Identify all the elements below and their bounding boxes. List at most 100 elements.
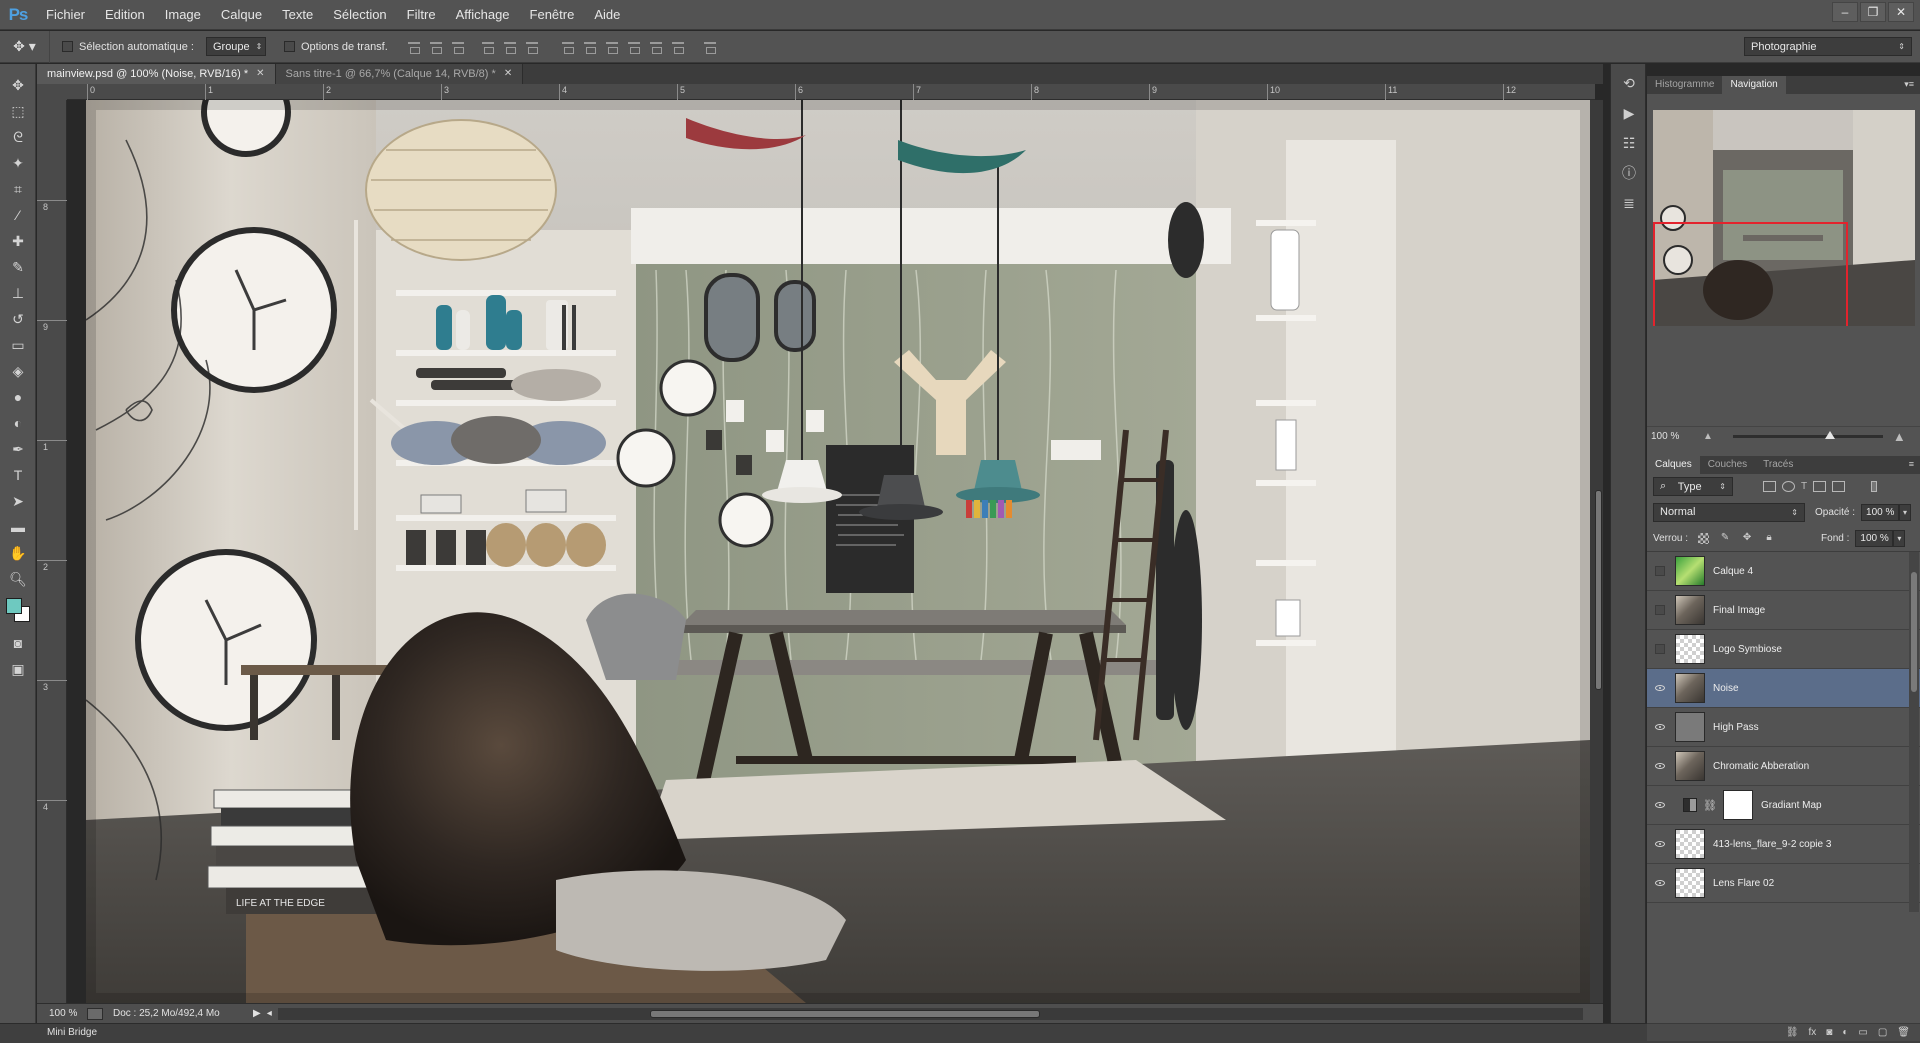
- navigator-zoom[interactable]: 100 %: [1647, 431, 1703, 442]
- filter-pixel-icon[interactable]: [1763, 481, 1776, 492]
- align-left-icon[interactable]: [480, 39, 496, 55]
- screen-mode-icon[interactable]: ▣: [0, 656, 36, 682]
- new-group-icon[interactable]: ▭: [1858, 1027, 1867, 1038]
- layer-name[interactable]: Calque 4: [1713, 566, 1753, 577]
- zoom-tool-icon[interactable]: 🔍︎: [0, 566, 36, 592]
- crop-tool-icon[interactable]: ⌗: [0, 176, 36, 202]
- layer-row[interactable]: High Pass: [1647, 708, 1920, 747]
- visibility-toggle[interactable]: [1647, 841, 1673, 847]
- menu-fenetre[interactable]: Fenêtre: [520, 0, 585, 30]
- actions-panel-icon[interactable]: ▶: [1611, 98, 1647, 128]
- close-button[interactable]: ✕: [1888, 2, 1914, 22]
- lock-position-icon[interactable]: ✥: [1741, 532, 1753, 544]
- paint-bucket-tool-icon[interactable]: ◈: [0, 358, 36, 384]
- tab-navigation[interactable]: Navigation: [1722, 76, 1786, 94]
- hand-tool-icon[interactable]: ✋: [0, 540, 36, 566]
- layer-name[interactable]: Noise: [1713, 683, 1739, 694]
- lasso-tool-icon[interactable]: ᘓ: [0, 124, 36, 150]
- menu-calque[interactable]: Calque: [211, 0, 272, 30]
- layer-name[interactable]: 413-lens_flare_9-2 copie 3: [1713, 839, 1831, 850]
- new-layer-icon[interactable]: ▢: [1878, 1027, 1887, 1038]
- quick-mask-icon[interactable]: ◙: [0, 630, 36, 656]
- layers-scrollbar[interactable]: [1909, 552, 1919, 912]
- minimize-button[interactable]: –: [1832, 2, 1858, 22]
- panel-menu-icon[interactable]: ≡: [1909, 459, 1914, 469]
- mask-link-icon[interactable]: ⛓: [1703, 799, 1717, 812]
- zoom-in-icon[interactable]: ▲: [1893, 429, 1906, 444]
- filter-toggle-icon[interactable]: [1871, 481, 1878, 492]
- vertical-ruler[interactable]: 8 9 1 2 3 4: [37, 100, 67, 1003]
- blur-tool-icon[interactable]: ●: [0, 384, 36, 410]
- layer-name[interactable]: Logo Symbiose: [1713, 644, 1782, 655]
- auto-select-checkbox[interactable]: [62, 41, 73, 52]
- ruler-corner[interactable]: [37, 84, 67, 100]
- align-bottom-icon[interactable]: [450, 39, 466, 55]
- tab-calques[interactable]: Calques: [1647, 456, 1700, 474]
- menu-edition[interactable]: Edition: [95, 0, 155, 30]
- layer-thumbnail[interactable]: [1723, 790, 1753, 820]
- scroll-left-arrow-icon[interactable]: ◂: [267, 1008, 272, 1019]
- scrollbar-thumb[interactable]: [649, 1009, 1040, 1018]
- dodge-tool-icon[interactable]: ◐: [0, 410, 36, 436]
- add-mask-icon[interactable]: ◙: [1826, 1027, 1832, 1038]
- visibility-toggle[interactable]: [1647, 802, 1673, 808]
- layer-row[interactable]: Lens Flare 02: [1647, 864, 1920, 903]
- filter-shape-icon[interactable]: [1813, 481, 1827, 492]
- layer-row[interactable]: Noise: [1647, 669, 1920, 708]
- status-info-icon[interactable]: [87, 1007, 103, 1020]
- layer-thumbnail[interactable]: [1675, 673, 1705, 703]
- workspace-dropdown[interactable]: Photographie ⇕: [1744, 37, 1912, 56]
- visibility-toggle[interactable]: [1647, 763, 1673, 769]
- scrollbar-thumb[interactable]: [1595, 490, 1602, 690]
- menu-filtre[interactable]: Filtre: [397, 0, 446, 30]
- chevron-down-icon[interactable]: ▾: [1893, 529, 1906, 547]
- magic-wand-tool-icon[interactable]: ✦: [0, 150, 36, 176]
- align-right-icon[interactable]: [524, 39, 540, 55]
- move-tool-icon[interactable]: ✥: [0, 72, 36, 98]
- history-brush-tool-icon[interactable]: ↺: [0, 306, 36, 332]
- scrollbar-thumb[interactable]: [1911, 572, 1917, 692]
- adjustments-panel-icon[interactable]: ≣: [1611, 188, 1647, 218]
- new-adjustment-icon[interactable]: ◐: [1842, 1027, 1848, 1038]
- stamp-tool-icon[interactable]: ⊥: [0, 280, 36, 306]
- auto-align-icon[interactable]: [702, 39, 718, 55]
- layer-thumbnail[interactable]: [1675, 634, 1705, 664]
- gradient-map-adjustment-icon[interactable]: [1683, 798, 1697, 812]
- blend-mode-dropdown[interactable]: Normal ⇕: [1653, 502, 1805, 522]
- visibility-toggle[interactable]: [1647, 644, 1673, 654]
- layer-name[interactable]: Chromatic Abberation: [1713, 761, 1809, 772]
- chevron-down-icon[interactable]: ▾: [1899, 503, 1912, 521]
- canvas-vertical-scrollbar[interactable]: [1590, 100, 1603, 1003]
- align-hcenter-icon[interactable]: [502, 39, 518, 55]
- type-tool-icon[interactable]: T: [0, 462, 36, 488]
- restore-button[interactable]: ❐: [1860, 2, 1886, 22]
- close-icon[interactable]: ✕: [256, 64, 264, 84]
- distribute-vcenter-icon[interactable]: [582, 39, 598, 55]
- marquee-tool-icon[interactable]: ⬚: [0, 98, 36, 124]
- layer-thumbnail[interactable]: [1675, 829, 1705, 859]
- menu-aide[interactable]: Aide: [584, 0, 630, 30]
- properties-panel-icon[interactable]: ☷: [1611, 128, 1647, 158]
- tab-untitled[interactable]: Sans titre-1 @ 66,7% (Calque 14, RVB/8) …: [275, 64, 524, 84]
- layer-thumbnail[interactable]: [1675, 868, 1705, 898]
- zoom-out-icon[interactable]: ▲: [1703, 431, 1713, 442]
- delete-layer-icon[interactable]: 🗑︎: [1897, 1027, 1910, 1038]
- layer-filter-dropdown[interactable]: ⌕ Type ⇕: [1653, 477, 1733, 496]
- layer-thumbnail[interactable]: [1675, 595, 1705, 625]
- layer-row[interactable]: Final Image: [1647, 591, 1920, 630]
- filter-smart-object-icon[interactable]: [1832, 481, 1846, 492]
- visibility-toggle[interactable]: [1647, 685, 1673, 691]
- transform-controls-checkbox[interactable]: [283, 41, 295, 52]
- visibility-toggle[interactable]: [1647, 880, 1673, 886]
- align-top-icon[interactable]: [406, 39, 422, 55]
- mini-bridge-bar[interactable]: Mini Bridge: [0, 1023, 1920, 1043]
- filter-type-icon[interactable]: T: [1801, 481, 1807, 492]
- distribute-hcenter-icon[interactable]: [648, 39, 664, 55]
- tab-traces[interactable]: Tracés: [1755, 456, 1801, 474]
- layer-row[interactable]: 413-lens_flare_9-2 copie 3: [1647, 825, 1920, 864]
- visibility-toggle[interactable]: [1647, 566, 1673, 576]
- layer-row[interactable]: ⛓ Gradiant Map: [1647, 786, 1920, 825]
- shape-tool-icon[interactable]: ▬: [0, 514, 36, 540]
- healing-brush-tool-icon[interactable]: ✚: [0, 228, 36, 254]
- document-canvas[interactable]: LIFE AT THE EDGE: [86, 100, 1590, 1003]
